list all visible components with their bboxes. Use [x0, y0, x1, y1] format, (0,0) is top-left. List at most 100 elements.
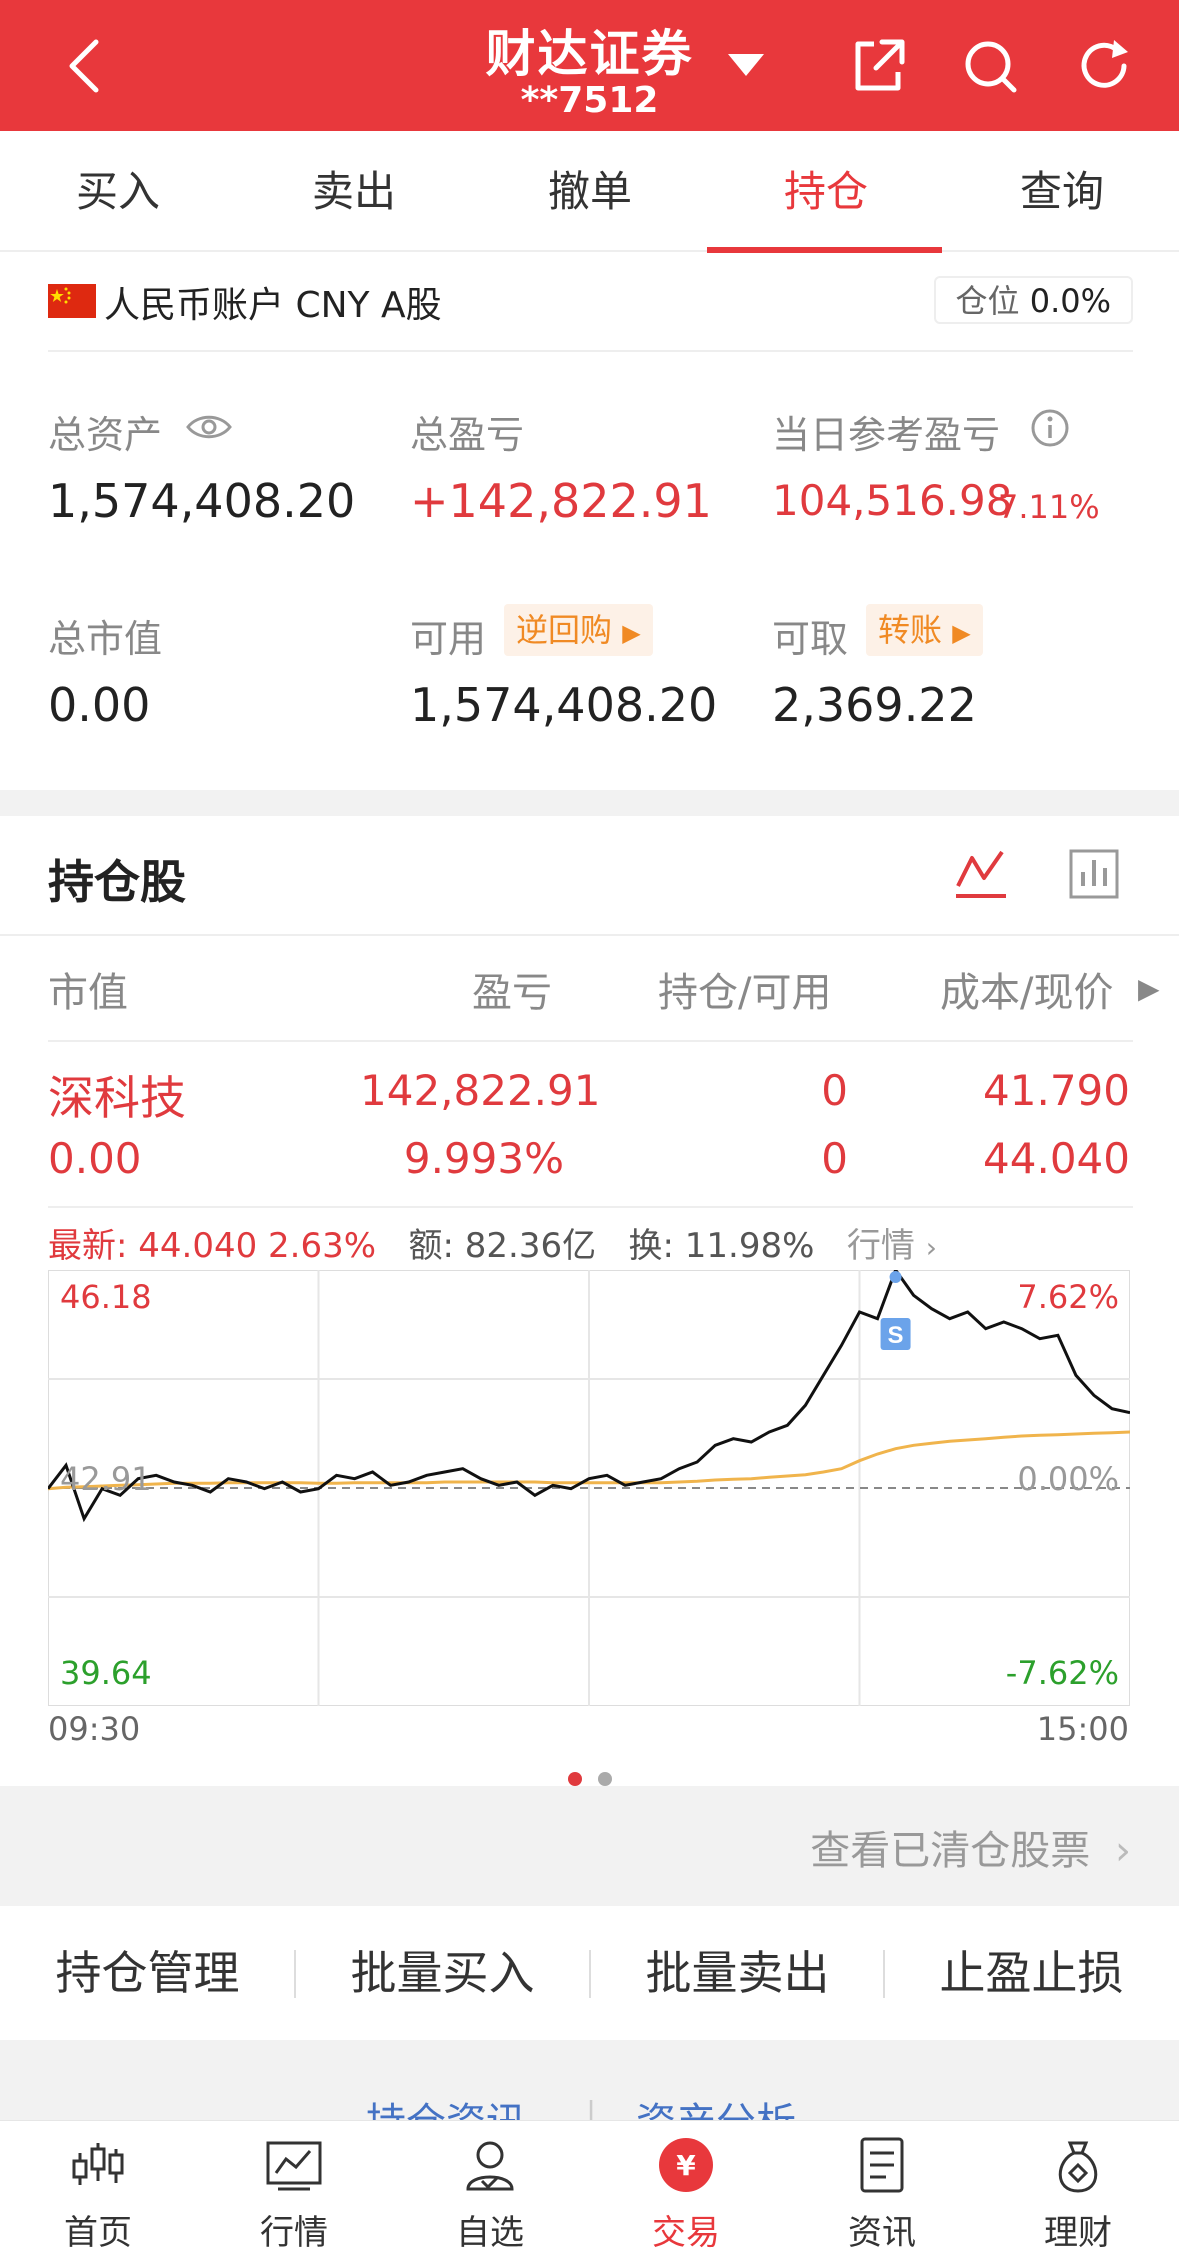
line-chart-icon[interactable] — [954, 846, 1008, 900]
stock-name[interactable]: 深科技 — [48, 1062, 186, 1128]
page-indicator[interactable] — [598, 1772, 612, 1786]
total-assets-label: 总资产 — [48, 413, 163, 457]
tab-query[interactable]: 查询 — [944, 131, 1179, 252]
holding-management-button[interactable]: 持仓管理 — [0, 1906, 295, 2040]
intraday-chart[interactable]: S — [48, 1270, 1130, 1706]
account-dropdown-icon[interactable] — [726, 50, 766, 80]
share-icon[interactable] — [848, 36, 908, 96]
bar-chart-icon[interactable] — [1068, 848, 1120, 900]
nav-trade[interactable]: ¥ 交易 — [588, 2121, 784, 2255]
time-end-label: 15:00 — [1036, 1710, 1129, 1748]
position-badge: 仓位 0.0% — [933, 276, 1133, 324]
search-icon[interactable] — [960, 36, 1020, 96]
stock-position: 0 — [821, 1066, 848, 1115]
svg-text:¥: ¥ — [676, 2149, 696, 2182]
nav-news[interactable]: 资讯 — [784, 2121, 980, 2255]
document-icon — [860, 2137, 904, 2193]
app-header: 财达证券 **7512 — [0, 0, 1179, 131]
nav-home-label: 首页 — [64, 2213, 132, 2253]
refresh-icon[interactable] — [1074, 36, 1134, 96]
holdings-title: 持仓股 — [48, 855, 186, 909]
tab-holdings[interactable]: 持仓 — [708, 131, 944, 252]
yuan-icon: ¥ — [659, 2138, 713, 2192]
market-value-value: 0.00 — [48, 678, 151, 732]
peak-marker — [889, 1271, 902, 1283]
market-value-label: 总市值 — [48, 617, 163, 661]
active-tab-indicator — [707, 247, 942, 253]
stock-available: 0 — [821, 1134, 848, 1183]
take-profit-stop-loss-button[interactable]: 止盈止损 — [884, 1906, 1179, 2040]
nav-wealth[interactable]: 理财 — [980, 2121, 1176, 2255]
position-value: 0.0% — [1029, 282, 1111, 320]
batch-sell-button[interactable]: 批量卖出 — [590, 1906, 885, 2040]
col-cost-price[interactable]: 成本/现价 — [940, 960, 1113, 1018]
stock-pnl: 142,822.91 — [360, 1066, 601, 1115]
available-label: 可用 — [410, 617, 487, 661]
col-pnl: 盈亏 — [472, 970, 552, 1016]
trade-tabs: 买入 卖出 撤单 持仓 查询 — [0, 131, 1179, 253]
y-mid-label: 42.91 — [60, 1460, 152, 1498]
quote-turnover: 换: 11.98% — [628, 1226, 815, 1266]
total-pnl-label: 总盈亏 — [410, 413, 525, 457]
tab-buy[interactable]: 买入 — [0, 131, 236, 252]
tab-cancel[interactable]: 撤单 — [472, 131, 708, 252]
transfer-button[interactable]: 转账 ▶ — [866, 604, 983, 656]
nav-home[interactable]: 首页 — [0, 2121, 196, 2255]
nav-trade-label: 交易 — [652, 2213, 720, 2253]
nav-wealth-label: 理财 — [1044, 2213, 1112, 2253]
quote-latest: 最新: 44.040 2.63% — [48, 1226, 377, 1266]
divider — [48, 1040, 1133, 1042]
chart-icon — [266, 2141, 322, 2191]
quote-strip: 最新: 44.040 2.63% 额: 82.36亿 换: 11.98% 行情 … — [48, 1218, 937, 1267]
asset-analysis-link[interactable]: 资产分析 — [636, 2090, 796, 2120]
total-assets-value: 1,574,408.20 — [48, 474, 356, 528]
section-divider — [0, 790, 1179, 816]
col-market-value: 市值 — [48, 970, 128, 1016]
holding-news-link[interactable]: 持仓资讯 — [366, 2090, 526, 2120]
stock-market-value: 0.00 — [48, 1134, 142, 1183]
reverse-repo-button[interactable]: 逆回购 ▶ — [504, 604, 653, 656]
stock-pnl-percent: 9.993% — [403, 1134, 564, 1183]
divider — [0, 934, 1179, 936]
chevron-right-icon[interactable]: ▶ — [1138, 972, 1160, 1005]
sell-marker-label: S — [888, 1322, 904, 1349]
reverse-repo-label: 逆回购 — [516, 611, 613, 649]
pct-max-label: 7.62% — [1017, 1278, 1119, 1316]
page-indicator-active[interactable] — [568, 1772, 582, 1786]
account-row: 人民币账户 CNY A股 仓位 0.0% — [48, 276, 1133, 352]
person-icon — [466, 2141, 514, 2191]
cleared-stocks-label: 查看已清仓股票 — [810, 1828, 1091, 1874]
pct-mid-label: 0.00% — [1017, 1460, 1119, 1498]
daily-pnl-percent: 7.11% — [998, 488, 1100, 526]
quote-amount: 额: 82.36亿 — [408, 1226, 597, 1266]
nav-news-label: 资讯 — [848, 2213, 916, 2253]
tab-sell[interactable]: 卖出 — [236, 131, 472, 252]
withdrawable-value: 2,369.22 — [772, 678, 977, 732]
total-pnl-value: +142,822.91 — [410, 474, 712, 528]
time-start-label: 09:30 — [48, 1710, 141, 1748]
bottom-links: 持仓资讯 | 资产分析 — [0, 2080, 1179, 2120]
position-label: 仓位 — [955, 282, 1020, 320]
batch-buy-button[interactable]: 批量买入 — [295, 1906, 590, 2040]
nav-market[interactable]: 行情 — [196, 2121, 392, 2255]
stock-cost: 41.790 — [983, 1066, 1130, 1115]
daily-pnl-value: 104,516.98 — [772, 476, 1013, 525]
info-icon[interactable] — [1030, 408, 1070, 448]
available-value: 1,574,408.20 — [410, 678, 718, 732]
nav-watchlist[interactable]: 自选 — [392, 2121, 588, 2255]
nav-watchlist-label: 自选 — [456, 2213, 524, 2253]
stock-price: 44.040 — [983, 1134, 1130, 1183]
pct-min-label: -7.62% — [1005, 1654, 1119, 1692]
col-position-available: 持仓/可用 — [658, 970, 832, 1016]
withdrawable-label: 可取 — [772, 617, 849, 661]
cleared-stocks-link[interactable]: 查看已清仓股票 › — [810, 1818, 1131, 1876]
triangle-right-icon: ▶ — [952, 619, 971, 647]
moneybag-icon — [1058, 2141, 1098, 2193]
divider — [48, 1206, 1133, 1208]
eye-icon[interactable] — [186, 412, 232, 442]
chevron-right-icon[interactable]: › — [926, 1231, 937, 1264]
chevron-right-icon: › — [1115, 1828, 1131, 1874]
account-currency-label[interactable]: 人民币账户 CNY A股 — [104, 276, 442, 328]
quote-link[interactable]: 行情 — [847, 1226, 915, 1266]
candlestick-icon — [72, 2143, 124, 2185]
